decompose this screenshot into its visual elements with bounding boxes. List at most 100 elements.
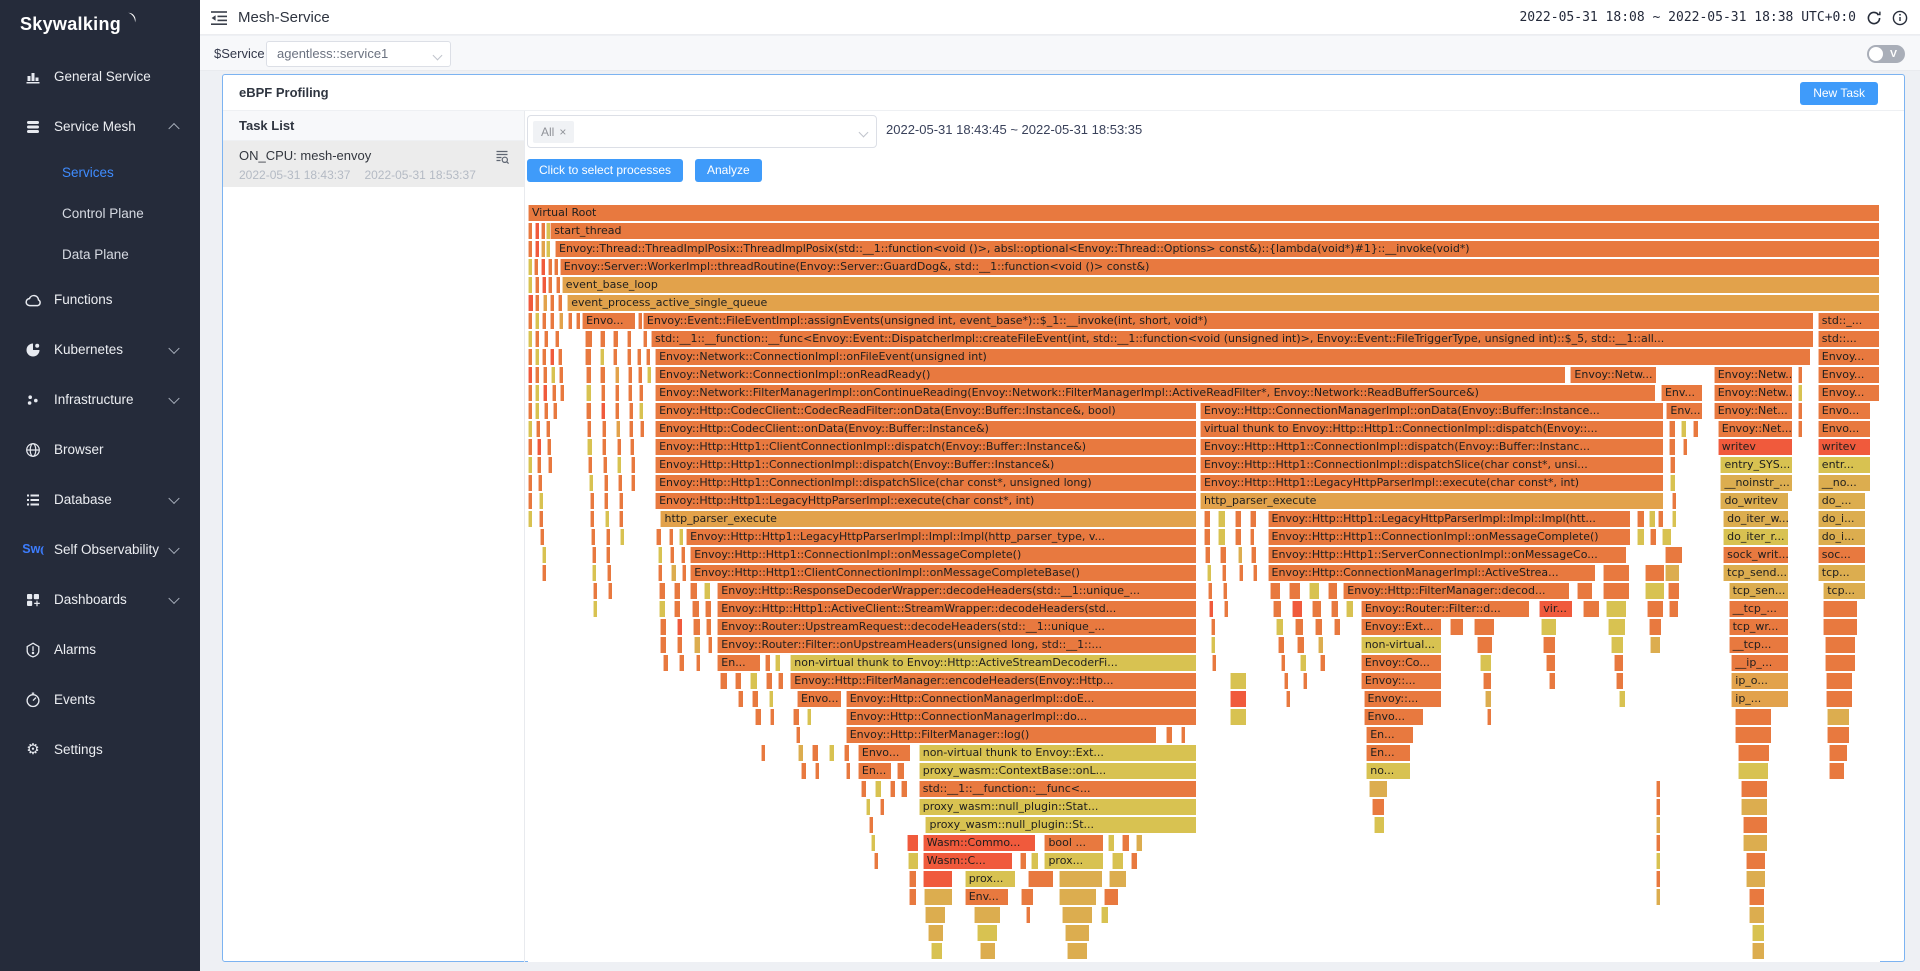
flame-frame[interactable] (897, 763, 905, 779)
flame-frame[interactable]: prox... (965, 871, 1016, 887)
flame-frame[interactable]: prox... (1044, 853, 1103, 869)
flame-frame[interactable]: vir... (1539, 601, 1573, 617)
flame-frame[interactable] (1131, 853, 1138, 869)
flame-frame[interactable] (829, 745, 834, 761)
flame-frame[interactable] (923, 871, 953, 887)
flame-frame[interactable] (600, 331, 607, 347)
flame-frame[interactable] (1752, 925, 1766, 941)
flame-frame[interactable]: proxy_wasm::null_plugin::Stat... (919, 799, 1198, 815)
flame-frame[interactable] (619, 493, 624, 509)
flame-frame[interactable]: Envoy::Router::Filter::d... (1361, 601, 1530, 617)
flame-frame[interactable]: non-virtual thunk to Envoy::Http::Active… (790, 655, 1197, 671)
flame-frame[interactable] (801, 763, 806, 779)
flame-frame[interactable] (693, 619, 701, 635)
flame-frame[interactable]: Envoy::Http::ConnectionManagerImpl::onDa… (1200, 403, 1664, 419)
flame-frame[interactable] (1738, 745, 1770, 761)
flame-frame[interactable]: Envoy... (1818, 385, 1880, 401)
flame-frame[interactable] (1662, 529, 1671, 545)
flame-frame[interactable] (548, 277, 553, 293)
flame-frame[interactable]: Envoy::... (1364, 691, 1442, 707)
flame-frame[interactable]: proxy_wasm::null_plugin::St... (925, 817, 1197, 833)
flame-frame[interactable] (585, 349, 592, 365)
flame-frame[interactable] (1670, 475, 1675, 491)
flame-frame[interactable] (1683, 439, 1688, 455)
flame-frame[interactable] (752, 691, 759, 707)
remove-tag-icon[interactable]: × (559, 125, 566, 139)
flame-frame[interactable]: Virtual Root (528, 205, 1880, 221)
flame-frame[interactable]: event_process_active_single_queue (567, 295, 1880, 311)
flame-frame[interactable] (613, 349, 618, 365)
flame-frame[interactable] (555, 331, 560, 347)
flame-frame[interactable] (535, 313, 540, 329)
sidebar-item-functions[interactable]: Functions (0, 275, 200, 325)
flame-frame[interactable] (874, 853, 879, 869)
flame-frame[interactable]: Envoy::Http::ConnectionManagerImpl::doE.… (846, 691, 1198, 707)
flame-frame[interactable] (765, 655, 772, 671)
flame-frame[interactable] (548, 457, 553, 473)
flame-frame[interactable] (538, 475, 543, 491)
flame-frame[interactable] (1292, 601, 1303, 617)
flame-frame[interactable] (674, 583, 681, 599)
flame-frame[interactable] (1181, 727, 1186, 743)
flame-frame[interactable] (556, 277, 561, 293)
flame-frame[interactable] (679, 655, 684, 671)
flame-frame[interactable] (528, 259, 533, 275)
flame-frame[interactable] (1281, 655, 1286, 671)
filter-tag[interactable]: All× (533, 121, 574, 143)
flame-frame[interactable] (543, 367, 548, 383)
flame-frame[interactable]: Envoy::Http::Http1::ClientConnectionImpl… (690, 565, 1197, 581)
flame-frame[interactable] (613, 331, 618, 347)
flame-frame[interactable] (1741, 781, 1768, 797)
flame-frame[interactable] (1656, 799, 1661, 815)
flame-frame[interactable] (629, 403, 634, 419)
process-filter-select[interactable]: All× (527, 115, 877, 148)
flame-frame[interactable] (1328, 583, 1337, 599)
flame-frame[interactable]: entr... (1818, 457, 1871, 473)
flame-frame[interactable] (1222, 565, 1227, 581)
flame-frame[interactable] (542, 547, 547, 563)
flame-frame[interactable]: virtual thunk to Envoy::Http::Http1::Con… (1200, 421, 1664, 437)
flame-frame[interactable]: Envoy::Http::ConnectionManagerImpl::Acti… (1268, 565, 1597, 581)
flame-frame[interactable] (628, 367, 633, 383)
flame-frame[interactable] (696, 655, 701, 671)
flame-frame[interactable] (708, 637, 713, 653)
flame-frame[interactable] (1059, 889, 1097, 905)
flame-frame[interactable] (638, 367, 643, 383)
flame-frame[interactable]: Envoy::Http::Http1::LegacyHttpParserImpl… (686, 529, 1197, 545)
flame-frame[interactable] (977, 925, 999, 941)
flame-frame[interactable]: En... (858, 763, 892, 779)
flame-frame[interactable] (593, 583, 598, 599)
sidebar-item-infrastructure[interactable]: Infrastructure (0, 375, 200, 425)
flame-frame[interactable] (1541, 619, 1557, 635)
flame-frame[interactable] (627, 349, 632, 365)
global-time-range[interactable]: 2022-05-31 18:08 ~ 2022-05-31 18:38 UTC+… (1519, 0, 1856, 35)
flame-frame[interactable] (766, 673, 773, 689)
flame-frame[interactable] (1614, 655, 1625, 671)
flame-frame[interactable] (1220, 547, 1227, 563)
flame-frame[interactable] (1798, 403, 1803, 419)
flame-frame[interactable] (793, 709, 800, 725)
flame-frame[interactable] (706, 619, 711, 635)
flame-frame[interactable] (615, 385, 620, 401)
flame-frame[interactable] (604, 493, 609, 509)
flame-frame[interactable] (543, 385, 548, 401)
flame-frame[interactable] (592, 547, 597, 563)
flame-frame[interactable] (1209, 601, 1214, 617)
flame-frame[interactable]: __ip_... (1731, 655, 1789, 671)
flame-frame[interactable] (535, 331, 540, 347)
flame-frame[interactable] (1549, 673, 1556, 689)
flame-frame[interactable] (1650, 637, 1661, 653)
flame-frame[interactable]: Envoy... (1818, 349, 1880, 365)
flame-frame[interactable] (1112, 853, 1124, 869)
flame-frame[interactable] (546, 241, 551, 257)
flame-frame[interactable]: Envoy::Http::FilterManager::encodeHeader… (790, 673, 1197, 689)
flame-frame[interactable] (1693, 421, 1698, 437)
flame-frame[interactable] (909, 871, 917, 887)
flame-frame[interactable] (907, 835, 919, 851)
flame-frame[interactable] (1289, 583, 1301, 599)
flame-frame[interactable] (559, 313, 564, 329)
flame-frame[interactable]: Env... (965, 889, 1010, 905)
flame-frame[interactable] (528, 493, 533, 509)
flame-frame[interactable]: std::__1::__function::__func<... (919, 781, 1198, 797)
logo[interactable]: Skywalking (0, 0, 200, 52)
